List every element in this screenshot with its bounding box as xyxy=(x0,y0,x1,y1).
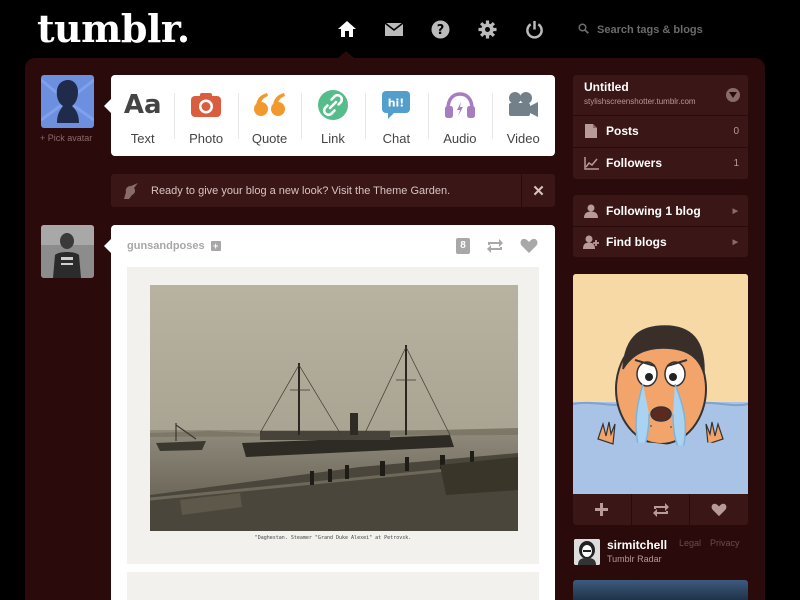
post-type-label: Text xyxy=(130,131,155,146)
tumblr-logo[interactable]: tumblr. xyxy=(37,6,190,51)
pick-avatar-link[interactable]: + Pick avatar xyxy=(40,133,92,143)
note-count-badge[interactable]: 8 xyxy=(456,238,470,254)
radar-image[interactable] xyxy=(573,274,748,494)
post-type-link[interactable]: Link xyxy=(301,75,364,156)
user-avatar[interactable] xyxy=(41,75,94,128)
video-camera-icon xyxy=(506,89,540,121)
post-photo[interactable]: "Daghestan. Steamer "Grand Duke Alexei" … xyxy=(127,267,539,564)
post-type-video[interactable]: Video xyxy=(491,75,555,156)
posts-count: 0 xyxy=(733,125,739,137)
post-type-label: Video xyxy=(506,131,540,146)
radar-label[interactable]: Tumblr Radar xyxy=(607,554,662,564)
text-icon: Aa xyxy=(123,90,162,120)
svg-text:?: ? xyxy=(436,23,444,38)
post-type-bar: Aa Text Photo Quote Link hi! Chat Audio xyxy=(104,75,555,156)
post-type-label: Link xyxy=(321,131,345,146)
reblog-icon[interactable] xyxy=(630,494,690,525)
post-type-label: Quote xyxy=(251,131,288,146)
theme-garden-notice: Ready to give your blog a new look? Visi… xyxy=(111,174,555,207)
privacy-link[interactable]: Privacy xyxy=(710,538,740,548)
add-person-icon xyxy=(576,235,606,249)
sidebar-item-following[interactable]: Following 1 blog ▶ xyxy=(573,195,748,226)
blog-title[interactable]: Untitled xyxy=(584,80,629,94)
close-icon[interactable]: ✕ xyxy=(521,174,555,207)
envelope-icon[interactable] xyxy=(383,18,405,40)
help-icon[interactable]: ? xyxy=(429,18,451,40)
dashboard-post: gunsandposes + 8 "Daghestan. Steamer "Gr… xyxy=(104,225,555,600)
chevron-right-icon: ▶ xyxy=(732,207,738,215)
home-icon[interactable] xyxy=(336,18,358,40)
follow-plus-icon[interactable]: + xyxy=(210,241,221,251)
person-icon xyxy=(576,204,606,218)
post-type-photo[interactable]: Photo xyxy=(174,75,237,156)
headphones-icon xyxy=(444,89,476,121)
search-box[interactable]: Search tags & blogs xyxy=(578,20,703,40)
reblog-icon[interactable] xyxy=(486,238,504,259)
sidebar-item-label: Followers xyxy=(606,156,663,170)
radar-user-avatar[interactable] xyxy=(574,539,600,565)
sidebar-item-label: Following 1 blog xyxy=(606,203,701,218)
chevron-down-icon[interactable] xyxy=(726,88,740,102)
chart-icon xyxy=(576,156,606,170)
sidebar-item-label: Posts xyxy=(606,124,639,138)
camera-icon xyxy=(190,89,222,121)
post-type-audio[interactable]: Audio xyxy=(428,75,491,156)
document-icon xyxy=(576,124,606,138)
top-header: tumblr. ? Search tags & blogs xyxy=(0,0,800,58)
plus-icon[interactable] xyxy=(573,494,631,525)
link-icon xyxy=(317,89,348,121)
notice-text[interactable]: Ready to give your blog a new look? Visi… xyxy=(151,185,450,197)
post-type-chat[interactable]: hi! Chat xyxy=(364,75,428,156)
svg-text:hi!: hi! xyxy=(388,97,405,110)
post-type-label: Chat xyxy=(382,131,411,146)
footer-links: Legal Privacy xyxy=(679,538,740,548)
sidebar-item-find-blogs[interactable]: Find blogs ▶ xyxy=(573,226,748,257)
post-type-label: Photo xyxy=(189,131,224,146)
post-author-avatar[interactable] xyxy=(41,225,94,278)
heart-icon[interactable] xyxy=(520,238,538,259)
active-nav-pointer xyxy=(338,51,354,58)
sidebar-item-followers[interactable]: Followers 1 xyxy=(573,147,748,178)
heart-icon[interactable] xyxy=(689,494,748,525)
photo-caption: "Daghestan. Steamer "Grand Duke Alexei" … xyxy=(254,535,412,541)
post-photo-second[interactable] xyxy=(127,572,539,600)
followers-count: 1 xyxy=(733,157,739,169)
next-radar-preview[interactable] xyxy=(573,580,748,600)
chat-icon: hi! xyxy=(382,89,411,121)
post-type-quote[interactable]: Quote xyxy=(237,75,301,156)
radar-actions xyxy=(573,494,748,525)
search-input[interactable]: Search tags & blogs xyxy=(597,24,703,36)
power-icon[interactable] xyxy=(523,18,545,40)
gear-icon[interactable] xyxy=(476,18,498,40)
blog-url[interactable]: stylishscreenshotter.tumblr.com xyxy=(584,97,719,106)
post-username[interactable]: gunsandposes xyxy=(127,240,205,252)
sidebar-item-label: Find blogs xyxy=(606,235,667,249)
steamer-photo xyxy=(150,285,518,531)
post-type-label: Audio xyxy=(443,131,477,146)
unicorn-icon xyxy=(111,182,151,200)
quote-icon xyxy=(253,89,287,121)
post-type-text[interactable]: Aa Text xyxy=(111,75,174,156)
legal-link[interactable]: Legal xyxy=(679,538,701,548)
chevron-right-icon: ▶ xyxy=(732,239,738,246)
sidebar-item-posts[interactable]: Posts 0 xyxy=(573,115,748,146)
radar-username[interactable]: sirmitchell xyxy=(607,538,667,552)
search-icon xyxy=(578,23,589,37)
